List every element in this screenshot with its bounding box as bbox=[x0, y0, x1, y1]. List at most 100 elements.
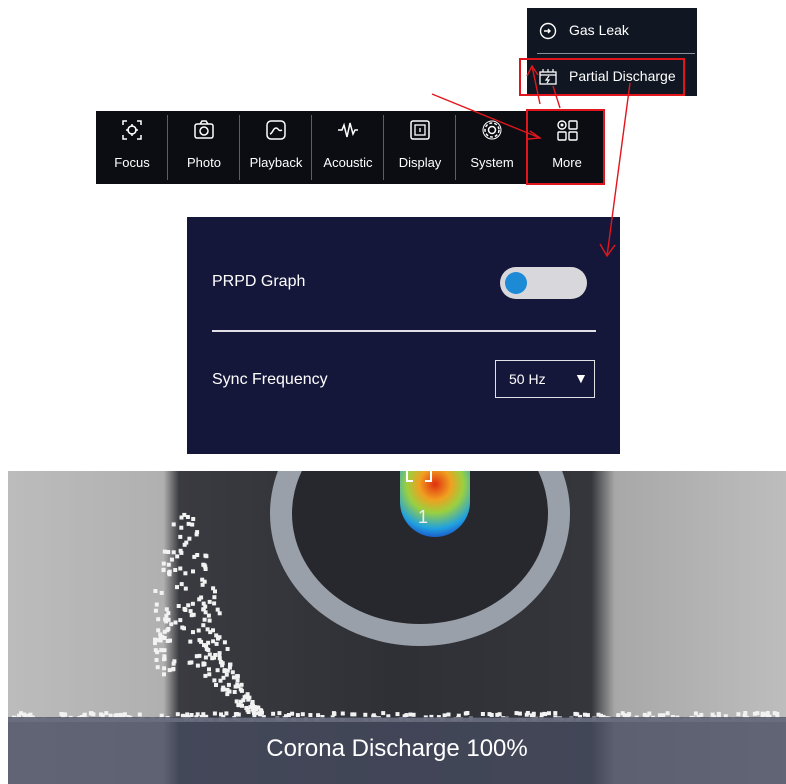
prpd-point bbox=[196, 628, 201, 633]
prpd-point bbox=[178, 534, 183, 539]
prpd-point bbox=[164, 607, 169, 612]
prpd-point bbox=[104, 711, 109, 716]
prpd-point bbox=[169, 622, 174, 627]
prpd-point bbox=[175, 585, 179, 590]
prpd-point bbox=[171, 550, 176, 555]
prpd-point bbox=[179, 582, 184, 587]
camera-view: 1 Corona Discharge 100% bbox=[8, 471, 786, 784]
prpd-point bbox=[238, 687, 243, 692]
prpd-point bbox=[161, 568, 166, 573]
prpd-point bbox=[203, 673, 208, 678]
prpd-point bbox=[225, 647, 230, 651]
prpd-point bbox=[487, 712, 492, 717]
prpd-point bbox=[206, 648, 211, 652]
prpd-point bbox=[235, 678, 240, 683]
prpd-point bbox=[175, 554, 180, 559]
prpd-point bbox=[220, 661, 225, 666]
arrow-to-partial-discharge bbox=[552, 85, 561, 109]
prpd-point bbox=[156, 617, 161, 622]
prpd-point bbox=[228, 662, 232, 667]
prpd-point bbox=[182, 542, 187, 547]
prpd-point bbox=[190, 522, 195, 527]
prpd-point bbox=[224, 711, 229, 716]
prpd-point bbox=[236, 712, 241, 717]
prpd-point bbox=[162, 672, 166, 677]
prpd-point bbox=[752, 711, 757, 716]
prpd-point bbox=[171, 661, 176, 666]
prpd-point bbox=[237, 703, 242, 708]
prpd-point bbox=[179, 525, 184, 530]
prpd-point bbox=[166, 550, 171, 554]
prpd-point bbox=[207, 667, 211, 672]
prpd-point bbox=[179, 550, 184, 555]
prpd-point bbox=[340, 711, 345, 716]
prpd-point bbox=[171, 522, 176, 527]
prpd-point bbox=[164, 613, 169, 618]
arrow-to-more bbox=[431, 93, 541, 139]
prpd-point bbox=[153, 608, 158, 613]
prpd-point bbox=[665, 711, 670, 716]
prpd-point bbox=[227, 689, 232, 694]
prpd-point bbox=[201, 601, 206, 606]
prpd-point bbox=[215, 668, 220, 673]
prpd-point bbox=[259, 709, 264, 713]
prpd-point bbox=[197, 597, 202, 602]
prpd-point bbox=[207, 652, 212, 657]
prpd-point bbox=[217, 611, 222, 616]
prpd-point bbox=[189, 660, 194, 665]
prpd-point bbox=[212, 678, 217, 683]
prpd-point bbox=[233, 684, 238, 689]
prpd-point bbox=[178, 566, 183, 571]
prpd-point bbox=[194, 532, 199, 537]
prpd-point bbox=[153, 589, 158, 593]
prpd-point bbox=[381, 711, 386, 716]
prpd-point bbox=[202, 563, 207, 568]
prpd-point bbox=[178, 618, 183, 623]
prpd-point bbox=[230, 670, 235, 675]
prpd-point bbox=[271, 711, 276, 716]
prpd-point bbox=[211, 639, 216, 644]
prpd-point bbox=[176, 604, 181, 608]
prpd-point bbox=[222, 668, 227, 673]
prpd-point bbox=[183, 571, 188, 576]
prpd-point bbox=[166, 562, 171, 567]
prpd-point bbox=[203, 655, 208, 660]
prpd-point bbox=[232, 690, 237, 694]
prpd-point bbox=[222, 640, 227, 645]
prpd-point bbox=[300, 712, 305, 717]
prpd-point bbox=[212, 595, 217, 600]
prpd-point bbox=[573, 711, 578, 716]
prpd-point bbox=[226, 682, 231, 687]
prpd-point bbox=[214, 683, 218, 687]
prpd-point bbox=[217, 651, 222, 656]
prpd-point bbox=[195, 663, 200, 668]
prpd-point bbox=[201, 623, 206, 628]
prpd-point bbox=[186, 521, 191, 526]
prpd-point bbox=[204, 554, 209, 559]
prpd-point bbox=[463, 711, 468, 716]
prpd-scatter-plot bbox=[11, 512, 780, 721]
prpd-point bbox=[736, 712, 741, 717]
prpd-point bbox=[191, 569, 195, 574]
arrow-to-panel bbox=[606, 82, 631, 257]
prpd-point bbox=[199, 639, 204, 644]
prpd-point bbox=[189, 613, 194, 618]
status-text: Corona Discharge 100% bbox=[266, 735, 528, 762]
prpd-point bbox=[194, 654, 199, 659]
prpd-point bbox=[195, 553, 200, 557]
prpd-point bbox=[171, 666, 176, 671]
prpd-point bbox=[221, 675, 226, 680]
prpd-point bbox=[173, 620, 178, 625]
prpd-point bbox=[211, 586, 216, 591]
prpd-point bbox=[179, 515, 184, 520]
prpd-point bbox=[239, 682, 244, 687]
prpd-point bbox=[212, 601, 217, 606]
prpd-point bbox=[710, 712, 715, 717]
prpd-point bbox=[167, 668, 172, 673]
prpd-point bbox=[169, 557, 174, 562]
prpd-point bbox=[154, 658, 159, 662]
prpd-point bbox=[183, 586, 188, 591]
prpd-point bbox=[215, 607, 220, 612]
prpd-point bbox=[214, 641, 219, 646]
prpd-point bbox=[190, 601, 195, 606]
